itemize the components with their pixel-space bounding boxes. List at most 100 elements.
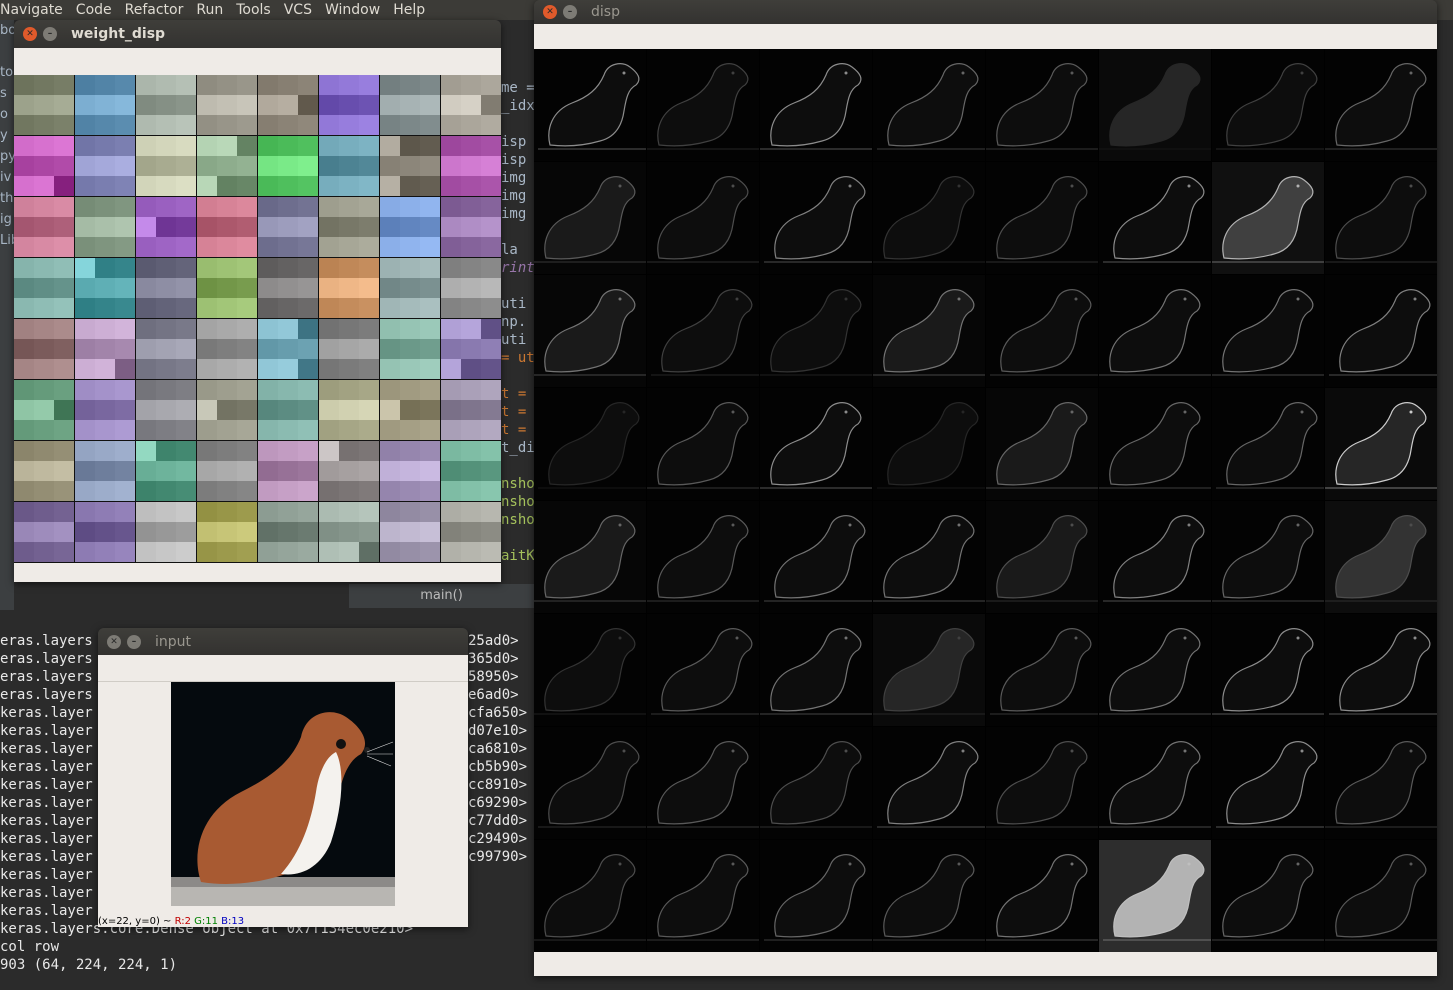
code-line: img [501, 206, 527, 222]
feature-map-cell [1099, 840, 1211, 952]
minimize-icon[interactable]: – [563, 5, 577, 19]
feature-map-cell [534, 162, 646, 274]
weight-filter-cell [75, 380, 135, 440]
input-titlebar[interactable]: ✕ – input [98, 628, 468, 655]
feature-map-cell [1325, 614, 1437, 726]
minimize-icon[interactable]: – [127, 634, 141, 649]
weight-filter-cell [258, 258, 318, 318]
weight-filter-cell [75, 197, 135, 257]
project-tree-item[interactable]: ig [0, 209, 14, 230]
input-image[interactable] [171, 682, 395, 906]
menu-item-help[interactable]: Help [393, 2, 432, 18]
feature-map-cell [760, 162, 872, 274]
menu-item-run[interactable]: Run [196, 2, 230, 18]
project-tree-item[interactable]: bo: [0, 20, 14, 41]
feature-map-cell [1212, 501, 1324, 613]
weight-filter-cell [258, 136, 318, 196]
weight-filter-cell [75, 258, 135, 318]
menu-item-window[interactable]: Window [325, 2, 387, 18]
feature-map-cell [1099, 614, 1211, 726]
weight-filter-cell [441, 502, 501, 562]
project-tree-item[interactable]: s [0, 83, 14, 104]
project-tree-item[interactable]: Lib [0, 230, 14, 251]
minimize-icon[interactable]: – [43, 27, 57, 41]
weight-filter-cell [380, 258, 440, 318]
weight-filter-cell [75, 441, 135, 501]
weight-filter-cell [197, 319, 257, 379]
console-line: eras.layers [0, 687, 93, 703]
console-line: eras.layers [0, 669, 93, 685]
code-line: uti [501, 296, 527, 312]
feature-map-cell [534, 840, 646, 952]
weight-filter-cell [136, 380, 196, 440]
feature-map-cell [1325, 275, 1437, 387]
feature-map-cell [647, 388, 759, 500]
project-tree-item[interactable]: py [0, 146, 14, 167]
weight-filter-cell [136, 75, 196, 135]
weight-titlebar[interactable]: ✕ – weight_disp [14, 20, 501, 48]
breadcrumb[interactable]: main() [349, 584, 534, 608]
weight-filter-cell [441, 75, 501, 135]
menu-item-navigate[interactable]: Navigate [0, 2, 70, 18]
console-line: eras.layers [0, 651, 93, 667]
feature-map-cell [534, 49, 646, 161]
feature-map-cell [873, 501, 985, 613]
project-tree-item[interactable]: iv [0, 167, 14, 188]
weight-filter-cell [258, 502, 318, 562]
console-line-suffix: d07e10> [468, 723, 528, 739]
console-line-suffix: cb5b90> [468, 759, 528, 775]
code-line: rint [501, 260, 534, 276]
disp-canvas [534, 24, 1437, 976]
feature-map-cell [647, 162, 759, 274]
feature-map-cell [873, 614, 985, 726]
feature-map-grid[interactable] [534, 49, 1437, 952]
feature-map-cell [1212, 49, 1324, 161]
feature-map-cell [1212, 162, 1324, 274]
weight-filter-cell [197, 441, 257, 501]
feature-map-cell [534, 614, 646, 726]
weight-filter-cell [319, 441, 379, 501]
project-panel: bo: tosoypyivthigLib [0, 20, 14, 610]
feature-map-cell [1212, 727, 1324, 839]
feature-map-cell [1099, 275, 1211, 387]
code-line: t_di [501, 440, 534, 456]
project-tree-item[interactable]: y [0, 125, 14, 146]
weight-filter-cell [380, 502, 440, 562]
project-tree-item[interactable]: o [0, 104, 14, 125]
weight-filter-cell [319, 75, 379, 135]
console-line: keras.layer [0, 885, 93, 901]
menu-item-code[interactable]: Code [76, 2, 119, 18]
menu-item-vcs[interactable]: VCS [284, 2, 319, 18]
close-icon[interactable]: ✕ [107, 634, 121, 649]
feature-map-cell [1325, 840, 1437, 952]
weight-filter-grid[interactable] [14, 75, 501, 563]
disp-titlebar[interactable]: ✕ – disp [534, 0, 1437, 24]
code-line: la [501, 242, 518, 258]
console-line: keras.layer [0, 867, 93, 883]
console-line: keras.layer [0, 705, 93, 721]
menu-item-tools[interactable]: Tools [236, 2, 278, 18]
console-line: col row [0, 939, 60, 955]
project-tree-item[interactable]: to [0, 62, 14, 83]
weight-filter-cell [441, 136, 501, 196]
code-editor[interactable]: me = _idx isp isp img img img la rint uti np. uti = … [501, 20, 534, 610]
weight-filter-cell [441, 380, 501, 440]
feature-map-cell [1099, 501, 1211, 613]
code-line: t = [501, 386, 527, 402]
project-tree-item[interactable]: th [0, 188, 14, 209]
feature-map-cell [873, 49, 985, 161]
close-icon[interactable]: ✕ [543, 5, 557, 19]
feature-map-cell [1325, 501, 1437, 613]
weight-filter-cell [258, 380, 318, 440]
feature-map-cell [986, 275, 1098, 387]
weight-filter-cell [14, 502, 74, 562]
feature-map-cell [760, 388, 872, 500]
project-tree-item[interactable] [0, 41, 14, 62]
menu-item-refactor[interactable]: Refactor [125, 2, 191, 18]
weight-filter-cell [136, 258, 196, 318]
console-line-suffix: ca6810> [468, 741, 528, 757]
console-line: keras.layer [0, 813, 93, 829]
weight-filter-cell [197, 136, 257, 196]
close-icon[interactable]: ✕ [23, 27, 37, 41]
weight-filter-cell [258, 197, 318, 257]
